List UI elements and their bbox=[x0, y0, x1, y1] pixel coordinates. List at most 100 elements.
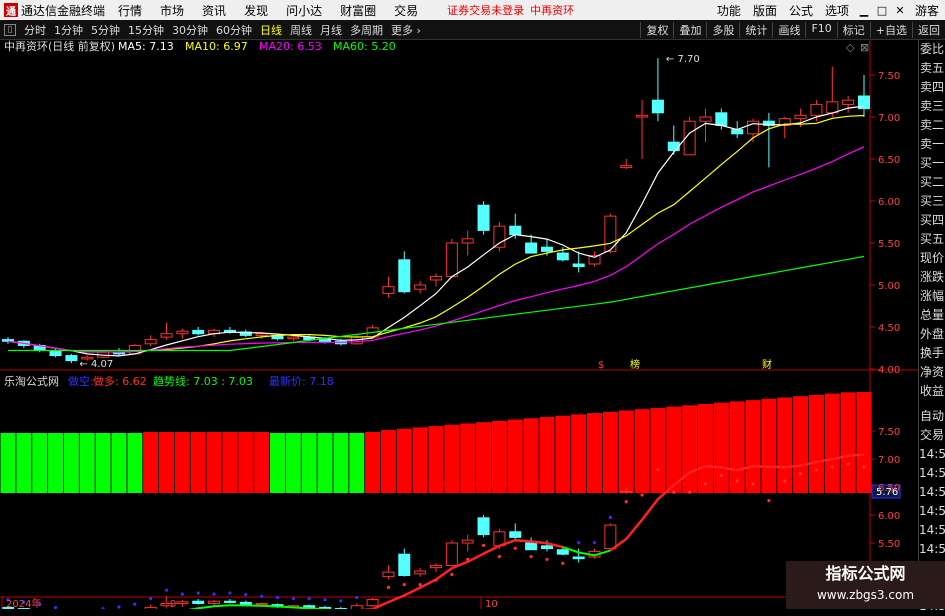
side-trade-label-0: 自动 bbox=[919, 407, 945, 426]
period-more[interactable]: 更多 › bbox=[387, 22, 425, 38]
maximize-icon[interactable]: □ bbox=[873, 4, 891, 17]
bull-bar bbox=[730, 401, 745, 493]
menu-item-quotes[interactable]: 行情 bbox=[109, 2, 151, 19]
menu-item-discover[interactable]: 发现 bbox=[235, 2, 277, 19]
menu-item-market[interactable]: 市场 bbox=[151, 2, 193, 19]
guest-label[interactable]: 游客 bbox=[909, 2, 945, 19]
bull-bar bbox=[761, 399, 776, 493]
candle-down bbox=[652, 100, 663, 113]
sub-tick-label: 7.00 bbox=[878, 455, 900, 466]
menu-item-wealth[interactable]: 财富圈 bbox=[331, 2, 385, 19]
menu-item-trade[interactable]: 交易 bbox=[385, 2, 427, 19]
candle-up bbox=[843, 100, 854, 104]
toolbar-adjust[interactable]: 复权 bbox=[640, 22, 673, 38]
menu-item-ask[interactable]: 问小达 bbox=[277, 2, 331, 19]
toolbar-multi-stock[interactable]: 多股 bbox=[706, 22, 739, 38]
period-1min[interactable]: 1分钟 bbox=[50, 22, 87, 38]
candle-up bbox=[827, 102, 838, 113]
ma-legend-item: MA5: 7.13 bbox=[118, 40, 174, 53]
menu-item-layout[interactable]: 版面 bbox=[747, 2, 783, 19]
side-trade-label-5: 14:56 bbox=[919, 502, 945, 521]
panel-toggle-icon[interactable]: ▯ bbox=[4, 24, 16, 36]
toolbar-back[interactable]: 返回 bbox=[912, 22, 945, 38]
toolbar-add-watchlist[interactable]: +自选 bbox=[870, 22, 912, 38]
bear-bar bbox=[318, 433, 333, 493]
toolbar-draw[interactable]: 画线 bbox=[772, 22, 805, 38]
menu-item-options[interactable]: 选项 bbox=[819, 2, 855, 19]
toolbar-f10[interactable]: F10 bbox=[805, 22, 836, 38]
long-dot bbox=[736, 479, 739, 482]
close-icon[interactable]: ✕ bbox=[891, 4, 909, 17]
event-marker: 榜 bbox=[630, 358, 640, 371]
bull-bar bbox=[635, 409, 650, 493]
sub-candle-down bbox=[510, 532, 521, 538]
period-monthly[interactable]: 月线 bbox=[316, 22, 346, 38]
short-dot bbox=[276, 596, 279, 599]
period-tick[interactable]: 分时 bbox=[20, 22, 50, 38]
menu-item-news[interactable]: 资讯 bbox=[193, 2, 235, 19]
short-dot bbox=[197, 591, 200, 594]
stock-link[interactable]: 中再资环 bbox=[530, 2, 574, 18]
toolbar-mark[interactable]: 标记 bbox=[837, 22, 870, 38]
side-trade-label-7: 14:56 bbox=[919, 540, 945, 559]
side-trade-label-6: 14:56 bbox=[919, 521, 945, 540]
candle-down bbox=[478, 205, 489, 230]
close-pane-icon[interactable]: ⊠ bbox=[860, 41, 869, 54]
candle-down bbox=[526, 243, 537, 253]
bull-bar bbox=[746, 400, 761, 493]
long-dot bbox=[862, 465, 865, 468]
candle-up bbox=[431, 277, 442, 280]
candle-up bbox=[145, 340, 156, 344]
side-quote-label-5: 卖一 bbox=[919, 135, 945, 154]
candle-down bbox=[541, 247, 552, 251]
diamond-icon[interactable]: ◇ bbox=[846, 41, 855, 54]
menu-item-formula[interactable]: 公式 bbox=[783, 2, 819, 19]
sub-candle-down bbox=[478, 518, 489, 535]
bull-bar bbox=[714, 403, 729, 493]
login-warning[interactable]: 证券交易未登录 bbox=[447, 2, 524, 18]
sub-candle-down bbox=[399, 554, 410, 575]
period-daily[interactable]: 日线 bbox=[256, 22, 286, 38]
period-30min[interactable]: 30分钟 bbox=[168, 22, 212, 38]
candle-up bbox=[256, 334, 267, 336]
period-15min[interactable]: 15分钟 bbox=[124, 22, 168, 38]
candle-down bbox=[716, 113, 727, 126]
side-trade-label-3: 14:56 bbox=[919, 464, 945, 483]
bull-bar bbox=[603, 412, 618, 493]
candle-down bbox=[668, 142, 679, 150]
app-logo: 通通达信金融终端 bbox=[0, 2, 109, 19]
period-weekly[interactable]: 周线 bbox=[286, 22, 316, 38]
kline-chart[interactable]: ← 7.70← 4.07 5.76 7.507.006.506.005.505.… bbox=[0, 40, 918, 609]
watermark-url: www.zbgs3.com bbox=[786, 587, 945, 603]
chevron-right-icon: › bbox=[417, 24, 421, 37]
sub-legend-name: 乐淘公式网 bbox=[4, 375, 59, 388]
bear-bar bbox=[127, 433, 142, 493]
candle-down bbox=[66, 356, 77, 361]
minimize-icon[interactable]: ▁ bbox=[855, 4, 873, 17]
toolbar-overlay[interactable]: 叠加 bbox=[673, 22, 706, 38]
toolbar-stats[interactable]: 统计 bbox=[739, 22, 772, 38]
bull-bar bbox=[207, 432, 222, 493]
sub-tick-label: 6.00 bbox=[878, 511, 900, 522]
short-dot bbox=[149, 597, 152, 600]
period-multi[interactable]: 多周期 bbox=[346, 22, 387, 38]
side-quote-label-12: 涨跌 bbox=[919, 268, 945, 287]
short-dot bbox=[181, 593, 184, 596]
bear-bar bbox=[16, 433, 31, 493]
candle-down bbox=[50, 351, 61, 356]
candle-up bbox=[811, 104, 822, 115]
candle-up bbox=[700, 117, 711, 121]
candle-down bbox=[510, 226, 521, 234]
bull-bar bbox=[175, 432, 190, 493]
bear-bar bbox=[349, 433, 364, 493]
side-trade-label-2: 14:56 bbox=[919, 445, 945, 464]
period-60min[interactable]: 60分钟 bbox=[212, 22, 256, 38]
candle-down bbox=[320, 340, 331, 343]
candle-up bbox=[637, 115, 648, 117]
long-dot bbox=[783, 479, 786, 482]
menu-item-function[interactable]: 功能 bbox=[711, 2, 747, 19]
candle-down bbox=[3, 340, 14, 342]
sub-candle-down bbox=[541, 546, 552, 549]
short-dot bbox=[133, 603, 136, 606]
period-5min[interactable]: 5分钟 bbox=[87, 22, 124, 38]
